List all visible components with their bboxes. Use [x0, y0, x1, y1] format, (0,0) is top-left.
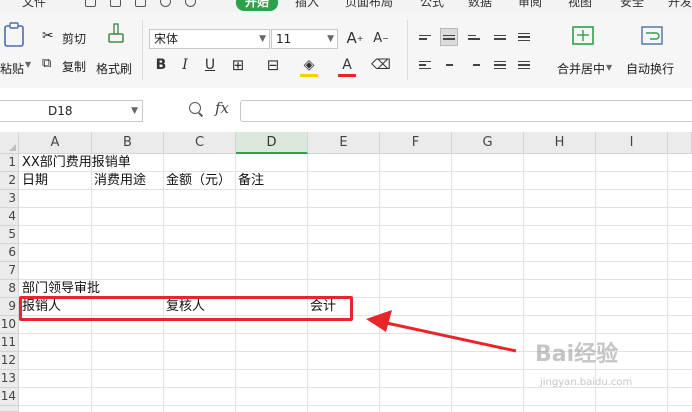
wrap-text-label: 自动换行 [626, 62, 675, 76]
formula-bar: D18 ▼ fx [0, 88, 692, 133]
wrap-text-button[interactable]: 自动换行 [624, 18, 684, 80]
brush-icon [108, 23, 124, 43]
ribbon-separator [407, 20, 408, 80]
cell-style-icon[interactable]: ⊟ [264, 56, 282, 74]
increase-font-icon[interactable]: A + [346, 29, 364, 47]
align-top-icon[interactable] [416, 28, 434, 46]
font-color-icon[interactable]: A [338, 56, 356, 74]
font-size-value: 11 [276, 32, 292, 46]
cut-button[interactable]: ✂ 剪切 [42, 28, 92, 48]
align-center-icon[interactable] [440, 56, 458, 74]
zoom-icon[interactable] [189, 102, 201, 114]
wrap-text-icon [641, 26, 663, 45]
format-painter-label: 格式刷 [96, 62, 133, 76]
clipboard-icon [4, 22, 24, 47]
print-icon[interactable] [110, 0, 121, 7]
copy-button[interactable]: ⧉ 复制 [42, 56, 92, 76]
spreadsheet-grid: A B C D E F G H I 1 2 3 4 5 6 7 8 9 10 1… [0, 132, 692, 412]
menu-file[interactable]: 文件 [22, 0, 46, 10]
menu-page-layout[interactable]: 页面布局 [345, 0, 393, 10]
font-name-value: 宋体 [154, 32, 179, 46]
watermark-url: jingyan.baidu.com [540, 377, 633, 388]
eraser-icon[interactable]: ⌫ [371, 56, 391, 74]
watermark-brand: Bai经验 [535, 342, 619, 367]
menu-formula[interactable]: 公式 [420, 0, 444, 10]
chevron-down-icon[interactable]: ▼ [25, 60, 31, 69]
chevron-down-icon: ▼ [327, 34, 334, 44]
merge-center-label: 合并居中 [557, 62, 606, 76]
ribbon-separator [142, 20, 143, 80]
align-right-icon[interactable] [465, 56, 483, 74]
menu-security[interactable]: 安全 [620, 0, 644, 10]
border-icon[interactable]: ⊞ [229, 56, 247, 74]
name-box[interactable]: D18 ▼ [0, 100, 143, 122]
menu-review[interactable]: 审阅 [518, 0, 542, 10]
font-name-select[interactable]: 宋体 ▼ [149, 29, 270, 49]
chevron-down-icon: ▼ [259, 34, 266, 44]
cell-reference: D18 [48, 104, 73, 118]
annotation-arrow [366, 310, 517, 353]
chevron-down-icon[interactable]: ▼ [606, 63, 612, 72]
merge-center-button[interactable]: 合并居中 ▼ [553, 18, 613, 80]
menu-data[interactable]: 数据 [468, 0, 492, 10]
fill-color-icon[interactable]: ◈ [300, 56, 318, 74]
font-color-swatch [338, 74, 356, 77]
chevron-down-icon: ▼ [131, 106, 138, 116]
menu-developer[interactable]: 开发 [668, 0, 692, 10]
menu-insert[interactable]: 插入 [295, 0, 319, 10]
menu-bar: 文件 开始 插入 页面布局 公式 数据 审阅 视图 安全 开发 [0, 0, 692, 12]
fill-color-swatch [300, 74, 318, 77]
distribute-icon[interactable] [515, 56, 533, 74]
align-bottom-icon[interactable] [465, 28, 483, 46]
indent-icon[interactable] [515, 28, 533, 46]
format-painter-button[interactable]: 格式刷 [96, 18, 136, 80]
decrease-font-icon[interactable]: A − [372, 29, 390, 47]
menu-view[interactable]: 视图 [568, 0, 592, 10]
formula-input[interactable] [240, 100, 692, 122]
italic-icon[interactable]: I [176, 56, 194, 74]
paste-button[interactable]: 粘贴 ▼ [0, 18, 32, 80]
menu-home[interactable]: 开始 [236, 0, 279, 11]
scissors-icon: ✂ [42, 28, 54, 44]
undo-icon[interactable] [160, 0, 171, 7]
orientation-icon[interactable] [491, 28, 509, 46]
redo-icon[interactable] [185, 0, 196, 7]
fx-icon[interactable]: fx [215, 99, 229, 117]
align-middle-icon[interactable] [440, 28, 458, 46]
save-icon[interactable] [85, 0, 96, 7]
bold-icon[interactable]: B [152, 56, 170, 74]
copy-label: 复制 [62, 60, 87, 74]
ribbon: 粘贴 ▼ ✂ 剪切 ⧉ 复制 格式刷 宋体 ▼ 11 ▼ A + A − B I U… [0, 12, 692, 89]
underline-icon[interactable]: U [201, 56, 219, 74]
paste-label: 粘贴 [0, 62, 25, 76]
merge-cells-icon [572, 26, 594, 45]
cut-label: 剪切 [62, 32, 87, 46]
copy-icon: ⧉ [42, 56, 52, 71]
align-left-icon[interactable] [416, 56, 434, 74]
preview-icon[interactable] [135, 0, 146, 7]
justify-icon[interactable] [491, 56, 509, 74]
font-size-select[interactable]: 11 ▼ [271, 29, 338, 49]
